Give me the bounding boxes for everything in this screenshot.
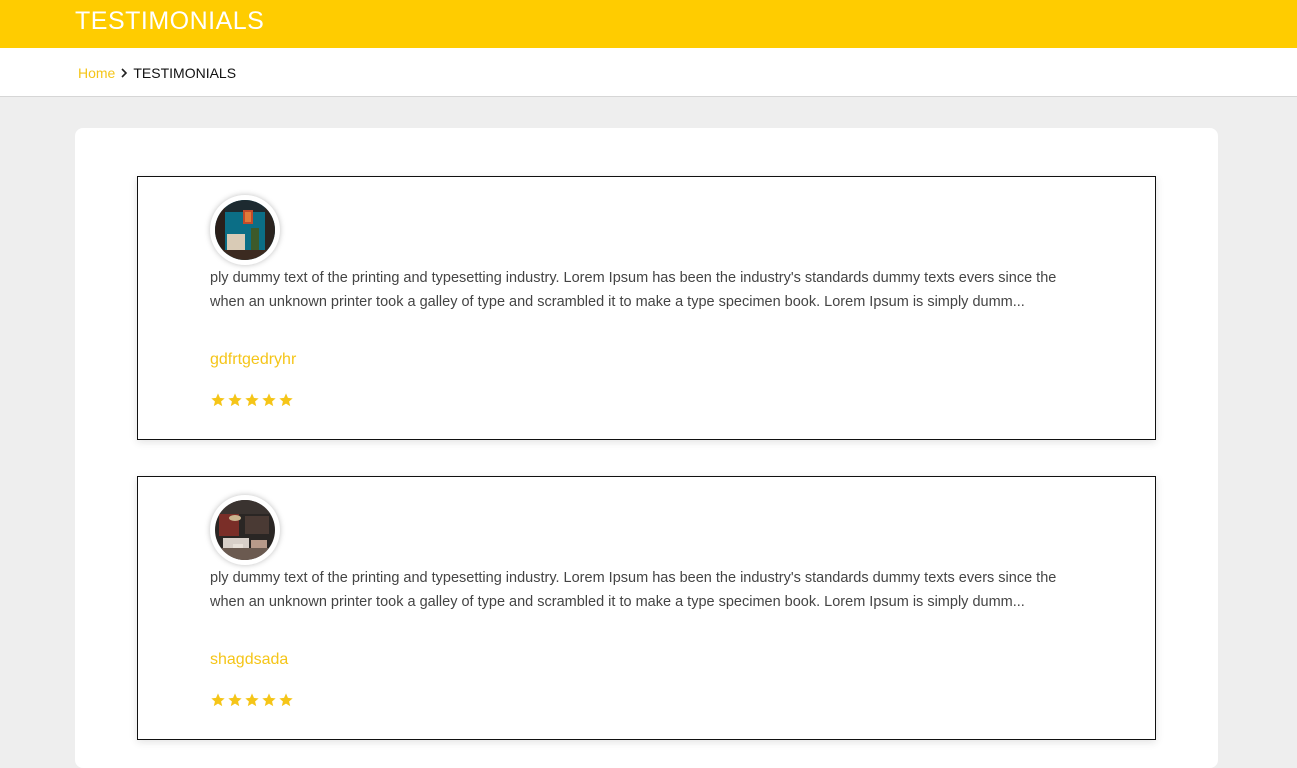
- star-icon: [227, 692, 243, 708]
- chevron-right-icon: [115, 68, 133, 78]
- testimonials-container: ply dummy text of the printing and types…: [75, 128, 1218, 768]
- page-title: TESTIMONIALS: [75, 7, 265, 35]
- star-icon: [278, 392, 294, 408]
- star-icon: [227, 392, 243, 408]
- star-icon: [244, 692, 260, 708]
- avatar-image-icon: [215, 200, 275, 260]
- testimonial-card: ply dummy text of the printing and types…: [137, 476, 1156, 740]
- star-rating: [210, 692, 294, 708]
- testimonial-author: shagdsada: [210, 651, 289, 668]
- avatar: [210, 495, 280, 565]
- star-icon: [261, 392, 277, 408]
- star-icon: [244, 392, 260, 408]
- star-icon: [278, 692, 294, 708]
- star-icon: [210, 692, 226, 708]
- testimonial-text: ply dummy text of the printing and types…: [210, 270, 1057, 310]
- breadcrumb: Home TESTIMONIALS: [78, 64, 236, 82]
- testimonial-text: ply dummy text of the printing and types…: [210, 570, 1057, 610]
- avatar: [210, 195, 280, 265]
- avatar-image-icon: [215, 500, 275, 560]
- star-icon: [210, 392, 226, 408]
- star-icon: [261, 692, 277, 708]
- testimonial-author: gdfrtgedryhr: [210, 351, 297, 368]
- page-header: TESTIMONIALS: [0, 0, 1297, 48]
- star-rating: [210, 392, 294, 408]
- testimonial-card: ply dummy text of the printing and types…: [137, 176, 1156, 440]
- breadcrumb-bar: Home TESTIMONIALS: [0, 48, 1297, 97]
- breadcrumb-current: TESTIMONIALS: [133, 65, 237, 81]
- breadcrumb-home-link[interactable]: Home: [78, 64, 115, 82]
